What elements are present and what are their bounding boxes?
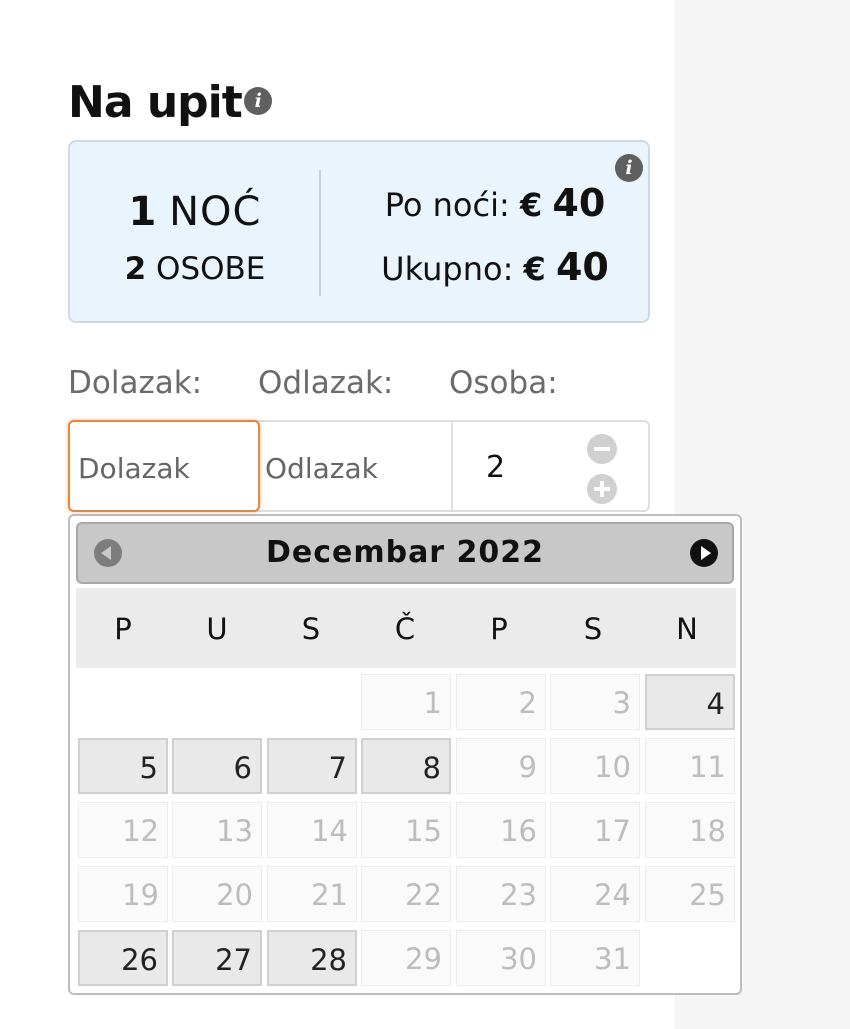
price-summary-box: i 1 NOĆ 2 OSOBE Po noći: € 40 Ukupno: € … (68, 140, 650, 323)
calendar-day: 19 (78, 866, 168, 922)
persons-count-input[interactable]: 2 (486, 450, 505, 485)
calendar-header: Decembar 2022 (76, 522, 734, 584)
calendar-day: 2 (456, 674, 546, 730)
calendar-day: 1 (361, 674, 451, 730)
calendar-day: 12 (78, 802, 168, 858)
calendar-day: 24 (550, 866, 640, 922)
total-label: Ukupno: (381, 250, 514, 288)
persons-count: 2 (124, 251, 147, 287)
calendar-day: 3 (550, 674, 640, 730)
calendar-day: 11 (645, 738, 735, 794)
persons-summary: 2 OSOBE (70, 254, 320, 285)
persons-field-label: Osoba: (449, 365, 558, 401)
info-icon[interactable]: i (615, 154, 643, 182)
calendar-day[interactable]: 27 (172, 930, 262, 986)
persons-label: OSOBE (156, 251, 266, 287)
total-price: Ukupno: € 40 (360, 248, 630, 286)
calendar-day: 17 (550, 802, 640, 858)
calendar-day: 31 (550, 930, 640, 986)
weekday-label: P (114, 612, 132, 646)
calendar-day: 9 (456, 738, 546, 794)
info-icon[interactable]: i (243, 87, 272, 116)
booking-inputs: Dolazak Odlazak 2 (68, 420, 650, 512)
weekday-label: S (583, 612, 603, 646)
currency-symbol: € (523, 250, 546, 288)
calendar-day: 18 (645, 802, 735, 858)
arrival-date-input[interactable]: Dolazak (68, 420, 260, 512)
nights-count: 1 (128, 189, 157, 235)
summary-divider (319, 170, 321, 296)
nights-summary: 1 NOĆ (70, 192, 320, 232)
calendar-day: 22 (361, 866, 451, 922)
calendar-day[interactable]: 5 (78, 738, 168, 794)
calendar-month-title: Decembar 2022 (265, 535, 545, 570)
calendar-day[interactable]: 6 (172, 738, 262, 794)
datepicker-calendar: Decembar 2022 PUSČPSN 1 2 3 4 5 6 7 8 9 10 11 12 13 1… (68, 514, 742, 995)
per-night-amount: 40 (552, 181, 606, 225)
calendar-day: 10 (550, 738, 640, 794)
weekday-label: U (206, 612, 228, 646)
weekday-label: N (676, 612, 698, 646)
per-night-price: Po noći: € 40 (360, 184, 630, 222)
departure-label: Odlazak: (258, 365, 394, 401)
calendar-day[interactable]: 4 (645, 674, 735, 730)
calendar-day: 14 (267, 802, 357, 858)
calendar-day[interactable]: 26 (78, 930, 168, 986)
calendar-day: 15 (361, 802, 451, 858)
weekday-label: Č (394, 612, 416, 646)
nights-label: NOĆ (169, 189, 262, 235)
plus-icon[interactable] (587, 474, 617, 504)
calendar-day: 30 (456, 930, 546, 986)
calendar-day: 20 (172, 866, 262, 922)
calendar-day[interactable]: 28 (267, 930, 357, 986)
calendar-day: 29 (361, 930, 451, 986)
page-title-text: Na upit (68, 77, 243, 129)
calendar-day[interactable]: 8 (361, 738, 451, 794)
weekday-header-row: PUSČPSN (76, 588, 736, 668)
arrival-label: Dolazak: (68, 365, 203, 401)
per-night-label: Po noći: (384, 186, 510, 224)
weekday-label: P (490, 612, 508, 646)
minus-icon[interactable] (587, 434, 617, 464)
currency-symbol: € (519, 186, 543, 224)
calendar-day: 13 (172, 802, 262, 858)
total-amount: 40 (555, 245, 609, 289)
persons-stepper (587, 434, 621, 504)
input-separator (451, 422, 453, 510)
page-title: Na upit i (68, 81, 272, 125)
weekday-label: S (301, 612, 321, 646)
calendar-day: 23 (456, 866, 546, 922)
departure-date-input[interactable]: Odlazak (265, 452, 378, 485)
calendar-day: 21 (267, 866, 357, 922)
calendar-day: 16 (456, 802, 546, 858)
next-month-icon[interactable] (690, 539, 718, 567)
calendar-day[interactable]: 7 (267, 738, 357, 794)
calendar-day: 25 (645, 866, 735, 922)
